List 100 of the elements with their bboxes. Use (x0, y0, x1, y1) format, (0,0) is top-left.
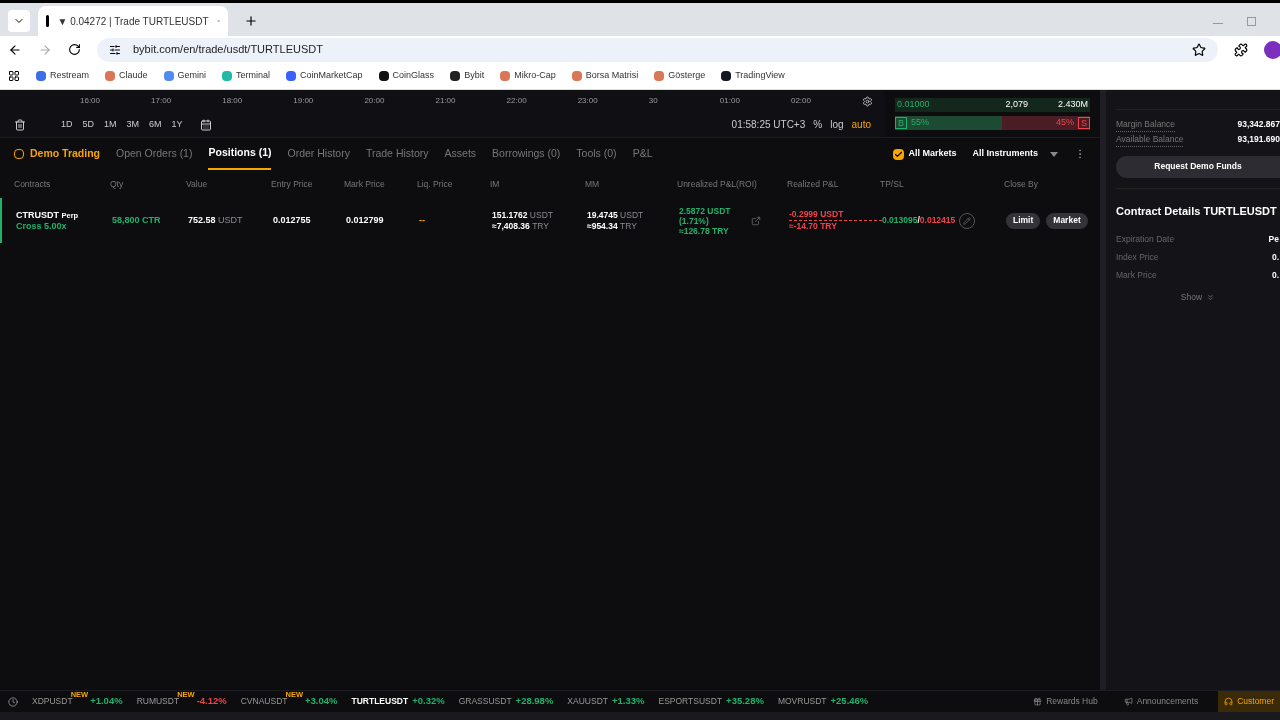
share-icon[interactable] (750, 215, 761, 226)
caret-icon (1050, 151, 1058, 157)
browser-tab[interactable]: ▼ 0.04272 | Trade TURTLEUSDT (38, 6, 228, 36)
tab-title: ▼ 0.04272 | Trade TURTLEUSDT (57, 14, 209, 29)
footer-link[interactable]: Customer (1218, 690, 1280, 713)
close-position-button[interactable]: Limit (1006, 212, 1041, 229)
headphones-icon (1224, 697, 1234, 706)
detail-label: Expiration Date (1116, 233, 1175, 246)
ticker-symbol[interactable]: CVNAUSDT (240, 695, 288, 708)
ticker-symbol[interactable]: TURTLEUSDT (351, 695, 409, 708)
footer-link[interactable]: Announcements (1117, 690, 1205, 713)
trash-icon[interactable] (14, 118, 26, 131)
footer-link[interactable]: Rewards Hub (1027, 690, 1104, 713)
request-demo-funds-button[interactable]: Request Demo Funds (1116, 155, 1280, 178)
clock-icon[interactable] (8, 696, 18, 707)
profile-avatar[interactable] (1264, 40, 1280, 59)
bookmark[interactable]: Gösterge (654, 69, 706, 83)
detail-value: 0. (1271, 250, 1279, 264)
positions-tab[interactable]: P&L (632, 138, 653, 170)
ticker-symbol[interactable]: ESPORTSUSDT (658, 695, 723, 708)
range-button[interactable]: 1D (60, 117, 74, 132)
sell-badge: S (1078, 116, 1090, 129)
buy-percent: 55% (911, 115, 930, 129)
orderbook-row[interactable]: 0.01000 2,079 2.430M (895, 97, 1090, 112)
range-button[interactable]: 1Y (170, 117, 184, 132)
settings-icon[interactable] (862, 95, 874, 107)
back-icon[interactable] (8, 42, 22, 57)
sell-percent: 45% (1055, 115, 1074, 129)
price-change: +0.32% (412, 694, 445, 709)
value-cell-text: 752.58 USDT (188, 213, 244, 227)
bookmark[interactable]: Mikro-Cap (500, 69, 556, 83)
ticker-symbol[interactable]: XAUUSDT (567, 695, 608, 708)
time-axis-label: 20:00 (364, 95, 386, 107)
column-header: Close By (1004, 177, 1039, 191)
positions-tab[interactable]: Borrowings (0) (492, 138, 561, 170)
demo-trading-label[interactable]: Demo Trading (14, 146, 100, 162)
initial-margin-cell-text: 151.1762 USDT ≈7,408.36 TRY (492, 209, 554, 232)
bookmark[interactable]: Borsa Matrisi (571, 69, 639, 83)
bookmark[interactable]: Terminal (222, 69, 271, 83)
column-header: Mark Price (344, 177, 386, 191)
demo-icon (14, 149, 24, 159)
positions-tab[interactable]: Order History (287, 138, 350, 170)
detail-label: Index Price (1116, 250, 1159, 264)
positions-tab[interactable]: Trade History (365, 138, 429, 170)
mark-price-cell-text: 0.012799 (346, 213, 385, 227)
range-button[interactable]: 3M (125, 117, 141, 132)
all-markets-checkbox[interactable]: All Markets (893, 147, 957, 161)
price-change: +25.46% (830, 694, 869, 709)
column-header: Contracts (14, 177, 52, 191)
ticker-symbol[interactable]: GRASSUSDT (458, 695, 512, 708)
check-icon (894, 149, 904, 159)
bookmark[interactable]: TradingView (721, 69, 785, 83)
scale-toggle[interactable]: auto (851, 117, 871, 132)
calendar-icon[interactable] (199, 118, 212, 131)
positions-tab[interactable]: Tools (0) (576, 138, 617, 170)
bookmark[interactable]: Gemini (163, 69, 207, 83)
scale-toggle[interactable]: log (830, 117, 844, 132)
balance-label: Available Balance (1116, 132, 1184, 147)
extensions-icon[interactable] (1234, 42, 1248, 57)
detail-value: 0. (1271, 268, 1279, 282)
range-button[interactable]: 1M (103, 117, 118, 132)
reload-icon[interactable] (68, 43, 81, 56)
time-axis-label: 17:00 (151, 95, 173, 107)
tp-sl-values: 0.013095/0.012415 (882, 214, 956, 227)
pencil-icon (963, 216, 972, 225)
bookmark[interactable]: Claude (105, 69, 148, 83)
positions-tab[interactable]: Assets (444, 138, 477, 170)
range-button[interactable]: 6M (148, 117, 163, 132)
address-bar[interactable]: bybit.com/en/trade/usdt/TURTLEUSDT (97, 37, 1218, 62)
tab-list-button[interactable] (8, 10, 30, 32)
balance-value: 93,342.867 (1237, 118, 1280, 131)
bookmark-star-icon[interactable] (1192, 42, 1206, 57)
contract-details-title: Contract Details TURTLEUSDT (1116, 203, 1278, 219)
ticker-symbol[interactable]: MOVRUSDT (777, 695, 827, 708)
apps-icon[interactable] (8, 70, 20, 82)
new-tab-icon[interactable] (244, 14, 258, 28)
site-settings-icon[interactable] (109, 43, 121, 56)
column-header: Entry Price (271, 177, 314, 191)
buy-badge: B (895, 116, 907, 129)
bookmark[interactable]: Restream (36, 69, 89, 83)
positions-tab[interactable]: Positions (1) (208, 138, 272, 170)
url-text: bybit.com/en/trade/usdt/TURTLEUSDT (133, 42, 323, 58)
bookmark[interactable]: CoinGlass (378, 69, 435, 83)
bookmark[interactable]: Bybit (450, 69, 485, 83)
scale-toggle[interactable]: % (813, 117, 823, 132)
entry-price-cell-text: 0.012755 (273, 213, 312, 227)
close-position-button[interactable]: Market (1046, 212, 1088, 229)
column-header: Unrealized P&L(ROI) (677, 177, 758, 191)
show-more-button[interactable]: Show (1180, 291, 1216, 304)
positions-tab[interactable]: Open Orders (1) (116, 138, 193, 170)
instruments-dropdown[interactable]: All Instruments (972, 147, 1058, 161)
range-button[interactable]: 5D (81, 117, 96, 132)
time-axis-label: 19:00 (293, 95, 315, 107)
bookmark[interactable]: CoinMarketCap (286, 69, 363, 83)
unrealized-pnl-cell: 2.5872 USDT (1.71%) ≈126.78 TRY (679, 205, 731, 236)
time-axis-label: 18:00 (222, 95, 244, 107)
chart-clock: 01:58:25 UTC+3 (731, 118, 806, 132)
price-change: +35.28% (726, 694, 764, 709)
column-header: IM (490, 177, 501, 191)
balance-label: Margin Balance (1116, 118, 1176, 132)
